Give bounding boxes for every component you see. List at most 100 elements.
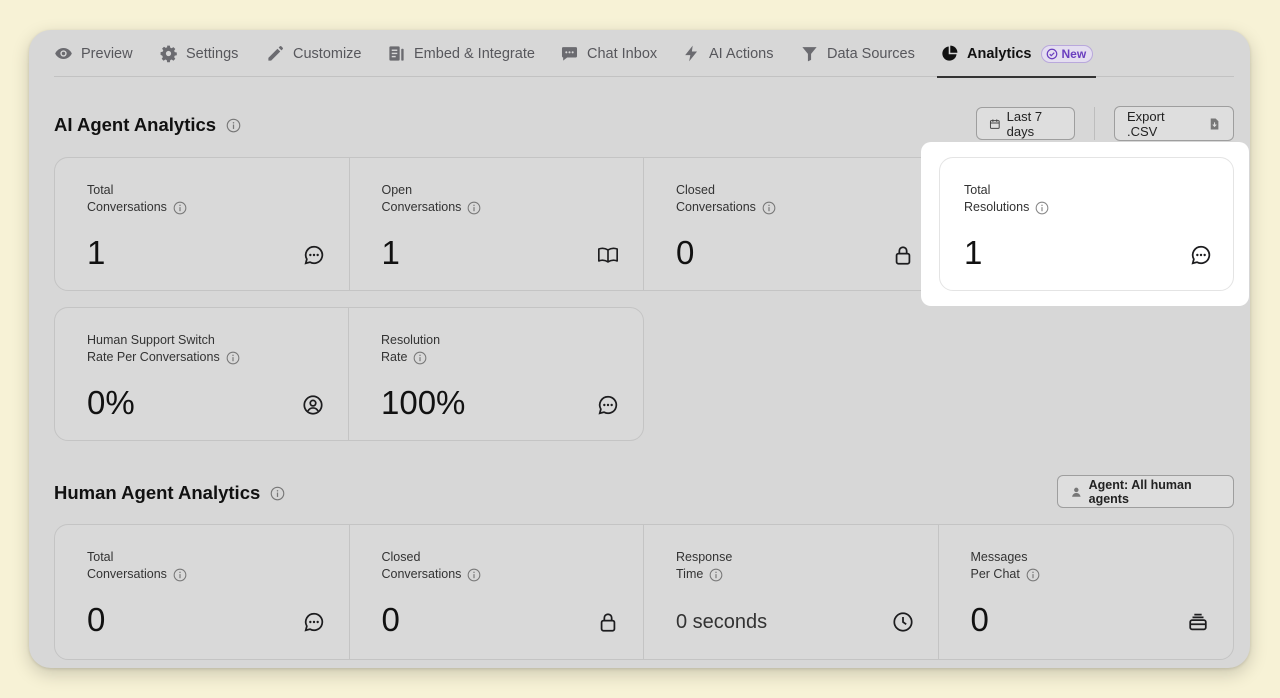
eye-icon bbox=[55, 47, 72, 60]
spotlight-total-resolutions: Total Resolutions 1 bbox=[921, 142, 1249, 306]
info-icon[interactable] bbox=[1035, 201, 1049, 215]
chat-bubble-icon bbox=[1191, 245, 1211, 265]
label-line2-text: Resolutions bbox=[964, 200, 1030, 214]
chat-bubble-icon bbox=[304, 245, 323, 265]
info-icon[interactable] bbox=[709, 568, 723, 582]
card-value: 0% bbox=[87, 384, 135, 421]
chat-bubble-icon bbox=[304, 612, 323, 632]
gear-icon bbox=[160, 45, 177, 63]
stat-card-human-closed-conversations: Closed Conversations 0 bbox=[350, 525, 644, 659]
stat-card-human-switch-rate: Human Support Switch Rate Per Conversati… bbox=[55, 308, 349, 440]
tab-analytics[interactable]: Analytics New bbox=[936, 30, 1097, 78]
info-icon[interactable] bbox=[1026, 568, 1040, 582]
tab-label: Settings bbox=[186, 45, 239, 62]
label-line2-text: Rate Per Conversations bbox=[87, 350, 220, 364]
file-download-icon bbox=[1210, 118, 1219, 129]
label-line1: Messages bbox=[970, 550, 1028, 564]
label-line2: Rate bbox=[381, 349, 440, 366]
export-csv-button[interactable]: Export .CSV bbox=[1114, 106, 1234, 141]
analytics-window: Preview Settings Customize Embed & Integ… bbox=[29, 30, 1250, 668]
label-line2-text: Per Chat bbox=[970, 567, 1020, 581]
card-label: Total Conversations bbox=[87, 549, 187, 583]
tab-settings[interactable]: Settings bbox=[159, 30, 238, 77]
label-line2-text: Rate bbox=[381, 350, 408, 364]
chat-bubble-icon bbox=[598, 395, 618, 415]
label-line2-text: Conversations bbox=[676, 200, 756, 214]
stat-card-total-resolutions[interactable]: Total Resolutions 1 bbox=[939, 157, 1234, 291]
label-line2: Conversations bbox=[382, 199, 482, 216]
label-line2-text: Conversations bbox=[381, 200, 462, 214]
embed-icon bbox=[389, 46, 404, 61]
stat-card-closed-conversations: Closed Conversations 0 bbox=[644, 158, 939, 290]
info-icon[interactable] bbox=[173, 568, 187, 582]
section-title-text: Human Agent Analytics bbox=[54, 482, 261, 503]
book-icon bbox=[598, 247, 618, 263]
ai-cards-row2: Human Support Switch Rate Per Conversati… bbox=[54, 307, 644, 441]
label-line2: Resolutions bbox=[964, 199, 1049, 216]
label-line2-text: Time bbox=[676, 567, 704, 581]
tab-customize[interactable]: Customize bbox=[266, 30, 362, 77]
info-icon[interactable] bbox=[173, 201, 187, 215]
label-line2: Conversations bbox=[87, 199, 187, 216]
card-label: Closed Conversations bbox=[382, 549, 482, 583]
stat-card-messages-per-chat: Messages Per Chat 0 bbox=[939, 525, 1234, 659]
info-icon[interactable] bbox=[762, 201, 776, 215]
label-line1: Total bbox=[87, 550, 114, 564]
label-line2: Conversations bbox=[87, 566, 187, 583]
human-section-title: Human Agent Analytics bbox=[54, 482, 285, 504]
card-value: 0 bbox=[87, 601, 106, 638]
label-line2: Time bbox=[676, 566, 732, 583]
label-line1: Resolution bbox=[381, 333, 441, 347]
tab-label: Preview bbox=[81, 45, 133, 62]
bolt-icon bbox=[685, 45, 698, 62]
card-value: 1 bbox=[964, 234, 983, 271]
info-icon[interactable] bbox=[270, 486, 285, 501]
label-line2: Conversations bbox=[382, 566, 482, 583]
card-value: 1 bbox=[381, 234, 400, 271]
card-value: 0 seconds bbox=[676, 611, 768, 633]
tab-preview[interactable]: Preview bbox=[54, 30, 133, 77]
label-line1: Closed bbox=[676, 183, 715, 197]
info-icon[interactable] bbox=[467, 568, 481, 582]
stat-card-resolution-rate: Resolution Rate 100% bbox=[349, 308, 643, 440]
card-label: Human Support Switch Rate Per Conversati… bbox=[87, 332, 240, 366]
date-range-button[interactable]: Last 7 days bbox=[976, 107, 1075, 140]
info-icon[interactable] bbox=[226, 118, 241, 133]
funnel-icon bbox=[802, 47, 817, 62]
tab-data-sources[interactable]: Data Sources bbox=[800, 30, 915, 77]
info-icon[interactable] bbox=[413, 351, 427, 365]
check-circle-icon bbox=[1047, 48, 1058, 59]
tab-embed-integrate[interactable]: Embed & Integrate bbox=[387, 30, 535, 77]
label-line1: Open bbox=[381, 183, 413, 197]
label-line2-text: Conversations bbox=[87, 200, 167, 214]
info-icon[interactable] bbox=[226, 351, 240, 365]
user-circle-icon bbox=[303, 395, 323, 415]
stat-card-open-conversations: Open Conversations 1 bbox=[350, 158, 644, 290]
stat-card-total-conversations: Total Conversations 1 bbox=[55, 158, 350, 290]
card-label: Closed Conversations bbox=[676, 182, 776, 216]
card-label: Total Conversations bbox=[87, 182, 187, 216]
label-line1: Total bbox=[87, 183, 114, 197]
card-value: 100% bbox=[381, 384, 466, 421]
new-badge: New bbox=[1041, 44, 1094, 63]
agent-filter-button[interactable]: Agent: All human agents bbox=[1057, 475, 1234, 508]
card-label: Resolution Rate bbox=[381, 332, 440, 366]
lock-icon bbox=[895, 246, 910, 265]
tab-label: AI Actions bbox=[709, 45, 774, 62]
stat-card-response-time: Response Time 0 seconds bbox=[644, 525, 939, 659]
label-line2-text: Conversations bbox=[87, 567, 167, 581]
date-range-label: Last 7 days bbox=[1006, 108, 1043, 139]
label-line2: Rate Per Conversations bbox=[87, 349, 240, 366]
card-label: Open Conversations bbox=[382, 182, 482, 216]
badge-label: New bbox=[1061, 46, 1087, 61]
tab-ai-actions[interactable]: AI Actions bbox=[682, 30, 773, 77]
tab-chat-inbox[interactable]: Chat Inbox bbox=[560, 30, 657, 77]
card-value: 0 bbox=[970, 601, 989, 638]
label-line2: Conversations bbox=[676, 199, 776, 216]
label-line1: Response bbox=[676, 550, 733, 564]
inbox-stack-icon bbox=[1189, 613, 1207, 631]
user-icon bbox=[1072, 487, 1081, 497]
info-icon[interactable] bbox=[467, 201, 481, 215]
card-value: 0 bbox=[676, 234, 695, 271]
card-label: Messages Per Chat bbox=[971, 549, 1040, 583]
